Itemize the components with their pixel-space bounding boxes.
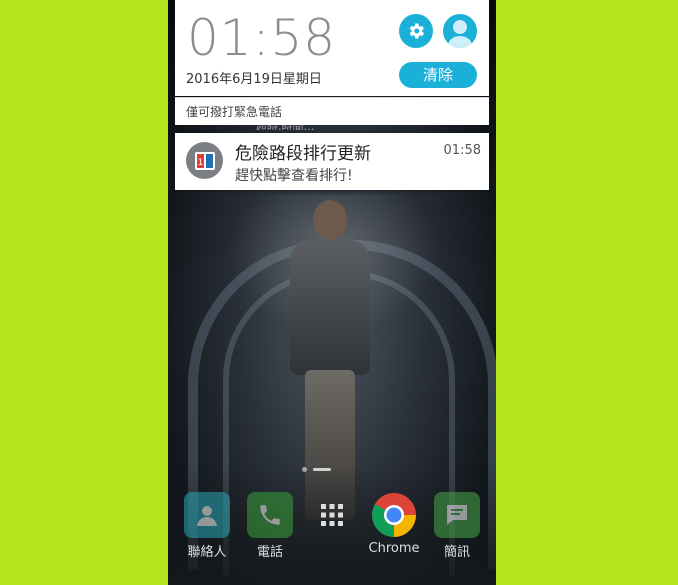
emergency-bar: 僅可撥打緊急電話	[175, 97, 489, 125]
dock-app-chrome[interactable]: Chrome	[364, 492, 424, 556]
notification-text: 趕快點擊查看排行!	[235, 168, 353, 184]
dock: 聯絡人 電話 Chrome 簡訊	[168, 492, 496, 585]
dock-app-label: 聯絡人	[187, 545, 227, 560]
dock-app-contacts[interactable]: 聯絡人	[177, 492, 237, 560]
app-notification-icon: 1	[186, 142, 223, 179]
notification-card[interactable]: 1 危險路段排行更新 01:58 趕快點擊查看排行!	[175, 133, 489, 190]
dock-app-label: Chrome	[368, 541, 420, 556]
notification-time: 01:58	[443, 143, 481, 158]
chrome-icon	[371, 492, 417, 538]
emergency-call-text: 僅可撥打緊急電話	[186, 105, 283, 119]
dock-app-label: 簡訊	[443, 545, 470, 560]
wallpaper-figure-head	[313, 200, 347, 240]
settings-button[interactable]	[399, 14, 433, 48]
notification-title: 危險路段排行更新	[235, 144, 371, 164]
contacts-icon	[184, 492, 230, 538]
clear-button[interactable]: 清除	[399, 62, 477, 88]
messages-icon	[434, 492, 480, 538]
dock-app-drawer[interactable]	[302, 492, 362, 541]
notification-shade-header: 01:58 2016年6月19日星期日 清除	[175, 0, 489, 96]
clock: 01:58	[187, 9, 337, 67]
svg-text:1: 1	[197, 158, 203, 168]
dock-app-phone[interactable]: 電話	[240, 492, 300, 560]
user-icon	[447, 20, 473, 48]
dock-app-label: 電話	[256, 545, 283, 560]
route-rank-icon: 1	[194, 151, 215, 170]
date: 2016年6月19日星期日	[186, 72, 322, 87]
phone-screen: 超時,時間… 01:58 2016年6月19日星期日 清除 僅可撥打緊急電話 1…	[168, 0, 496, 585]
app-drawer-icon	[309, 492, 355, 538]
page-dot	[302, 467, 307, 472]
wallpaper-figure-torso	[290, 240, 370, 375]
phone-icon	[247, 492, 293, 538]
page-indicator	[302, 467, 331, 472]
user-avatar-button[interactable]	[443, 14, 477, 48]
page-dot-current	[313, 468, 331, 471]
dock-app-messages[interactable]: 簡訊	[427, 492, 487, 560]
gear-icon	[409, 23, 424, 39]
